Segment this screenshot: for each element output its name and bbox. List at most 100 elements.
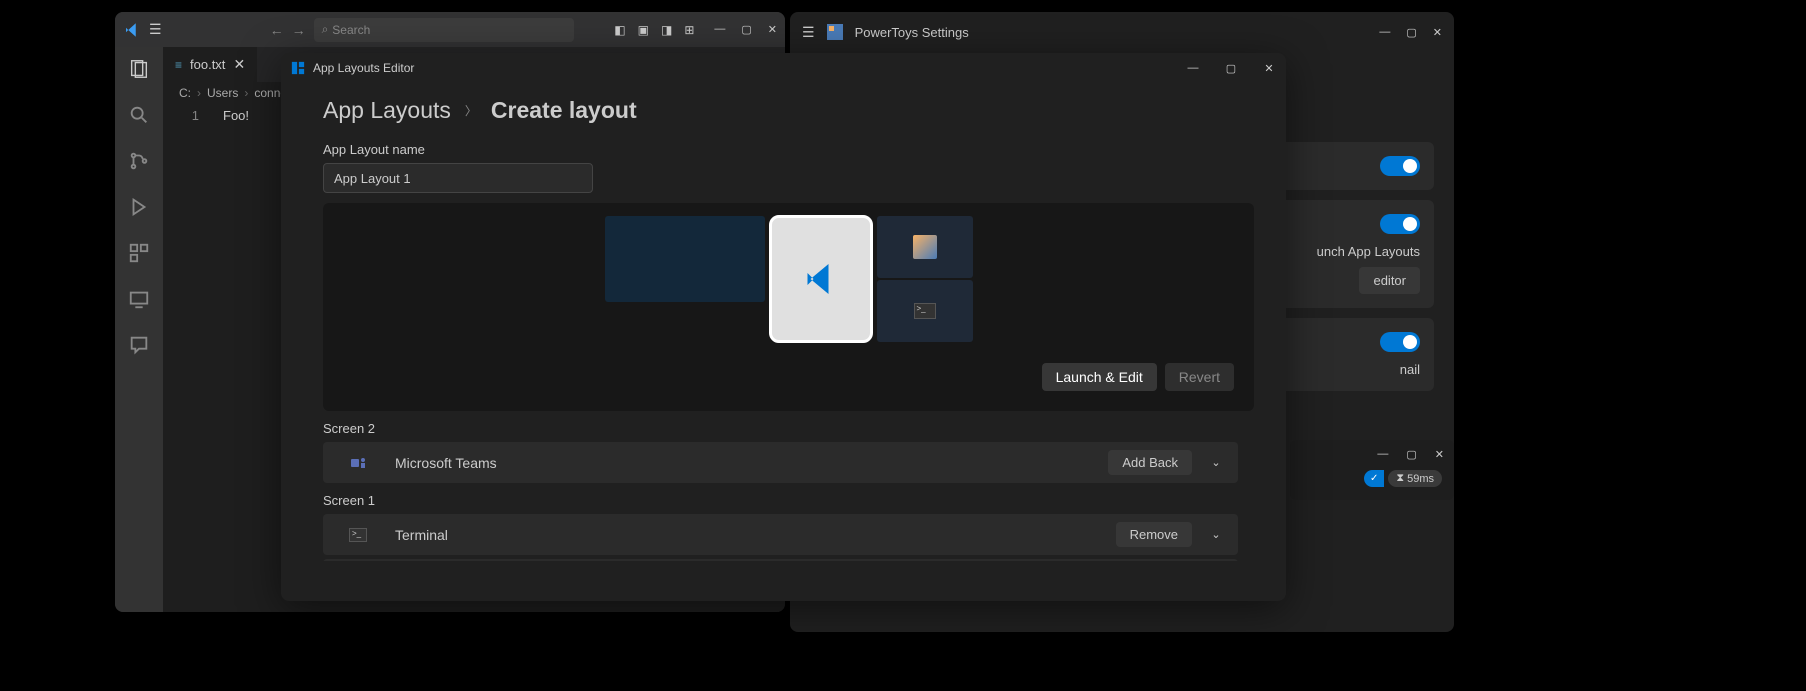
hourglass-icon: ⧗ <box>1396 472 1404 485</box>
screen-right-top[interactable] <box>877 216 973 278</box>
ed-titlebar: App Layouts Editor — ▢ ✕ <box>281 53 1286 83</box>
vscode-titlebar: ☰ ← → ⌕ Search ◧ ▣ ◨ ⊞ — ▢ ✕ <box>115 12 785 47</box>
layout-controls: ◧ ▣ ◨ ⊞ <box>614 23 694 37</box>
preview-actions: Launch & Edit Revert <box>331 353 1246 403</box>
toggle-enable[interactable] <box>1380 156 1420 176</box>
teams-icon <box>350 455 366 471</box>
vscode-icon <box>123 21 141 39</box>
mini-titlebar: — ▢ ✕ <box>1290 440 1454 468</box>
screens-preview: >_ <box>331 211 1246 353</box>
remove-button[interactable]: Remove <box>1116 522 1192 547</box>
mini-window: — ▢ ✕ ✓ ⧗ 59ms <box>1290 440 1454 500</box>
toggle-launch[interactable] <box>1380 214 1420 234</box>
search-input[interactable]: ⌕ Search <box>314 18 574 42</box>
toggle-nail[interactable] <box>1380 332 1420 352</box>
explorer-icon[interactable] <box>127 57 151 81</box>
app-list: Screen 2 Microsoft Teams Add Back ⌄ Scre… <box>323 411 1254 561</box>
close-icon[interactable]: ✕ <box>1262 62 1276 75</box>
nav-arrows: ← → <box>270 22 306 38</box>
search-icon: ⌕ <box>322 22 329 37</box>
chevron-down-icon[interactable]: ⌄ <box>1204 528 1228 541</box>
maximize-icon[interactable]: ▢ <box>741 23 751 36</box>
app-row-vscode: Visual Studio Code Remove ⌃ <box>323 559 1238 561</box>
close-icon[interactable]: ✕ <box>1433 26 1442 39</box>
app-name-teams: Microsoft Teams <box>395 455 1096 471</box>
app-layouts-editor: App Layouts Editor — ▢ ✕ App Layouts 〉 C… <box>281 53 1286 601</box>
panel-left-icon[interactable]: ◧ <box>614 23 625 37</box>
pt-titlebar: ☰ PowerToys Settings — ▢ ✕ <box>790 12 1454 52</box>
scm-icon[interactable] <box>127 149 151 173</box>
check-badge: ✓ <box>1364 470 1384 487</box>
powertoys-icon <box>913 235 937 259</box>
line-number: 1 <box>179 108 199 123</box>
tab-foo[interactable]: ≡ foo.txt ✕ <box>163 47 258 82</box>
window-controls: — ▢ ✕ <box>714 23 777 36</box>
activity-bar <box>115 47 163 612</box>
time-badge: ⧗ 59ms <box>1388 470 1442 487</box>
menu-icon[interactable]: ☰ <box>149 21 162 38</box>
remote-icon[interactable] <box>127 287 151 311</box>
file-icon: ≡ <box>175 58 182 72</box>
forward-icon[interactable]: → <box>292 22 306 38</box>
back-icon[interactable]: ← <box>270 22 284 38</box>
code-text: Foo! <box>223 108 249 123</box>
editor-button[interactable]: editor <box>1359 267 1420 294</box>
terminal-icon: >_ <box>914 303 936 319</box>
ed-title-text: App Layouts Editor <box>313 61 1178 75</box>
comment-icon[interactable] <box>127 333 151 357</box>
panel-bottom-icon[interactable]: ▣ <box>638 23 649 37</box>
screen1-label: Screen 1 <box>323 493 1238 508</box>
chevron-right-icon: 〉 <box>465 102 477 119</box>
layout-icon[interactable]: ⊞ <box>684 23 694 37</box>
close-icon[interactable]: ✕ <box>768 23 777 36</box>
minimize-icon[interactable]: — <box>1377 448 1388 460</box>
mini-badge-row: ✓ ⧗ 59ms <box>1290 468 1454 489</box>
chevron-icon: › <box>244 86 248 100</box>
preview-area: >_ Launch & Edit Revert <box>323 203 1254 411</box>
menu-icon[interactable]: ☰ <box>802 24 815 41</box>
screen2-label: Screen 2 <box>323 421 1238 436</box>
app-name-terminal: Terminal <box>395 527 1104 543</box>
breadcrumb-parent[interactable]: App Layouts <box>323 97 451 124</box>
add-back-button[interactable]: Add Back <box>1108 450 1192 475</box>
vscode-icon <box>803 261 839 297</box>
chevron-down-icon[interactable]: ⌄ <box>1204 456 1228 469</box>
name-label: App Layout name <box>323 142 1254 157</box>
breadcrumb-seg: C: <box>179 86 191 100</box>
screen-preview-right: >_ <box>877 216 973 342</box>
ed-window-controls: — ▢ ✕ <box>1186 62 1276 75</box>
pt-title-text: PowerToys Settings <box>855 25 1356 40</box>
minimize-icon[interactable]: — <box>1379 26 1390 39</box>
layout-name-input[interactable] <box>323 163 593 193</box>
maximize-icon[interactable]: ▢ <box>1406 448 1416 461</box>
close-icon[interactable]: ✕ <box>1435 448 1444 461</box>
screen-preview-left[interactable] <box>605 216 765 302</box>
ed-body: App Layouts 〉 Create layout App Layout n… <box>281 83 1286 561</box>
chevron-icon: › <box>197 86 201 100</box>
app-row-terminal: >_ Terminal Remove ⌄ <box>323 514 1238 555</box>
powertoys-icon <box>827 24 843 40</box>
pt-window-controls: — ▢ ✕ <box>1379 26 1442 39</box>
maximize-icon[interactable]: ▢ <box>1406 26 1416 39</box>
terminal-icon: >_ <box>349 528 367 542</box>
close-tab-icon[interactable]: ✕ <box>233 56 245 73</box>
debug-icon[interactable] <box>127 195 151 219</box>
ed-breadcrumb: App Layouts 〉 Create layout <box>323 97 1254 124</box>
screen-right-bottom[interactable]: >_ <box>877 280 973 342</box>
breadcrumb-seg: Users <box>207 86 238 100</box>
panel-right-icon[interactable]: ◨ <box>661 23 672 37</box>
minimize-icon[interactable]: — <box>1186 62 1200 75</box>
search-activity-icon[interactable] <box>127 103 151 127</box>
tab-label: foo.txt <box>190 57 225 72</box>
time-text: 59ms <box>1407 473 1434 485</box>
screen-preview-main[interactable] <box>769 215 873 343</box>
search-placeholder: Search <box>332 23 370 37</box>
app-row-teams: Microsoft Teams Add Back ⌄ <box>323 442 1238 483</box>
maximize-icon[interactable]: ▢ <box>1224 62 1238 75</box>
revert-button[interactable]: Revert <box>1165 363 1234 391</box>
app-layouts-icon <box>291 61 305 75</box>
minimize-icon[interactable]: — <box>714 23 725 36</box>
breadcrumb-current: Create layout <box>491 97 637 124</box>
launch-edit-button[interactable]: Launch & Edit <box>1042 363 1157 391</box>
extensions-icon[interactable] <box>127 241 151 265</box>
